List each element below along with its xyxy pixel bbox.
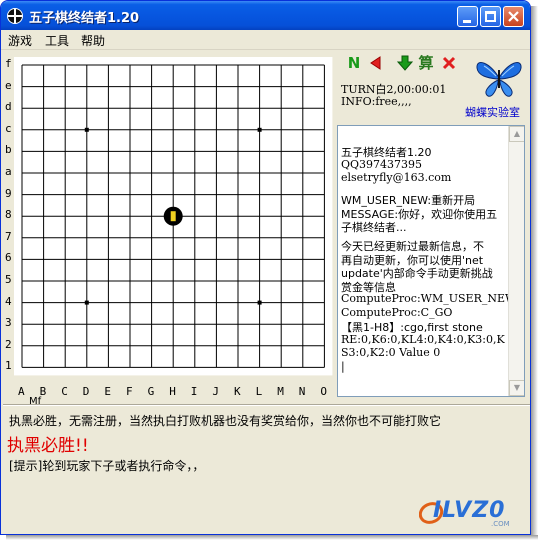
log-line: ComputeProc:C_GO	[341, 305, 453, 319]
butterfly-lab-link[interactable]: 蝴蝶实验室	[465, 104, 520, 120]
menu-game[interactable]: 游戏	[8, 32, 32, 49]
scroll-down-button[interactable]: ▼	[509, 380, 524, 396]
gomoku-board[interactable]	[1, 51, 337, 407]
column-label: E	[104, 385, 112, 398]
star-point	[257, 127, 262, 132]
log-scrollbar[interactable]: ▲ ▼	[508, 126, 524, 396]
star-point	[84, 127, 89, 132]
log-line: 子棋终结者...	[341, 221, 407, 234]
menu-bar: 游戏 工具 帮助	[1, 30, 530, 50]
message-log[interactable]: 五子棋终结者1.20 QQ397437395 elsetryfly@163.com W…	[337, 125, 525, 397]
window-title: 五子棋终结者1.20	[29, 11, 140, 26]
row-label: e	[5, 78, 12, 92]
column-label: O	[320, 385, 328, 398]
window-shadow-bottom	[6, 535, 538, 540]
log-line: S3:0,K2:0 Value 0	[341, 346, 441, 359]
column-label: K	[234, 385, 241, 398]
row-label: 7	[5, 229, 12, 243]
row-label: c	[5, 121, 12, 135]
column-label: I	[190, 385, 198, 398]
gomoku-app-icon[interactable]	[7, 8, 23, 24]
log-line: RE:0,K6:0,KL4:0,K4:0,K3:0,K	[341, 332, 505, 346]
row-label: d	[5, 100, 12, 114]
scroll-up-button[interactable]: ▲	[509, 126, 524, 142]
column-label: J	[212, 385, 220, 398]
row-label: 2	[5, 337, 12, 351]
log-line: elsetryfly@163.com	[341, 171, 452, 184]
row-label: 1	[5, 359, 12, 373]
butterfly-logo-icon	[476, 62, 522, 97]
column-label: M	[277, 385, 284, 398]
column-label: N	[298, 385, 306, 398]
menu-help[interactable]: 帮助	[81, 32, 105, 49]
maximize-button[interactable]	[480, 6, 501, 27]
column-label: B	[39, 385, 47, 398]
column-label: L	[255, 385, 263, 398]
black-wins-banner: 执黑必胜!!	[7, 436, 89, 456]
log-line: QQ397437395	[341, 157, 423, 171]
minimize-icon	[463, 20, 471, 23]
star-point	[84, 300, 89, 305]
row-label: 9	[5, 186, 12, 200]
row-label: 5	[5, 273, 12, 286]
calc-icon[interactable]: 算	[418, 55, 434, 71]
window-shadow-right	[531, 6, 538, 540]
row-label: 4	[5, 294, 12, 308]
info-status: INFO:free,,,,	[341, 95, 412, 108]
row-label: 6	[5, 251, 12, 265]
star-point	[257, 300, 262, 305]
column-label: D	[82, 385, 90, 398]
row-label: f	[5, 57, 12, 70]
column-label: G	[147, 385, 155, 398]
close-icon	[508, 11, 519, 22]
tagline: 执黑必胜，无需注册，当然执白打败机器也没有奖赏给你，当然你也不可能打败它	[9, 414, 442, 428]
hint-line: [提示]轮到玩家下子或者执行命令，，	[9, 459, 205, 473]
n-green-icon[interactable]: N	[346, 55, 362, 71]
app-window: 五子棋终结者1.20 游戏 工具 帮助 Mf N 算 TURN白2,00:00:…	[0, 0, 531, 535]
board-grid[interactable]	[1, 51, 337, 407]
column-label: H	[169, 385, 176, 398]
column-label: C	[61, 385, 68, 398]
down-green-icon[interactable]	[396, 55, 414, 71]
minimize-button[interactable]	[457, 6, 478, 27]
menu-tools[interactable]: 工具	[45, 32, 69, 49]
row-label: a	[5, 165, 12, 178]
back-red-icon[interactable]	[368, 55, 384, 71]
title-bar[interactable]: 五子棋终结者1.20	[1, 1, 530, 30]
divider	[3, 404, 530, 406]
row-label: 3	[5, 316, 12, 330]
maximize-icon	[485, 11, 496, 22]
log-line: |	[341, 359, 345, 373]
column-label: F	[126, 385, 133, 398]
log-line: ComputeProc:WM_USER_NEW	[341, 292, 517, 305]
site-logo: ILVZ0 .COM	[419, 498, 510, 528]
last-move-marker	[170, 211, 176, 222]
logo-sub: .COM	[491, 520, 510, 528]
row-label: 8	[5, 208, 12, 222]
cancel-red-icon[interactable]	[441, 55, 457, 71]
column-label: A	[18, 385, 25, 398]
row-label: b	[5, 143, 12, 157]
close-button[interactable]	[503, 6, 524, 27]
